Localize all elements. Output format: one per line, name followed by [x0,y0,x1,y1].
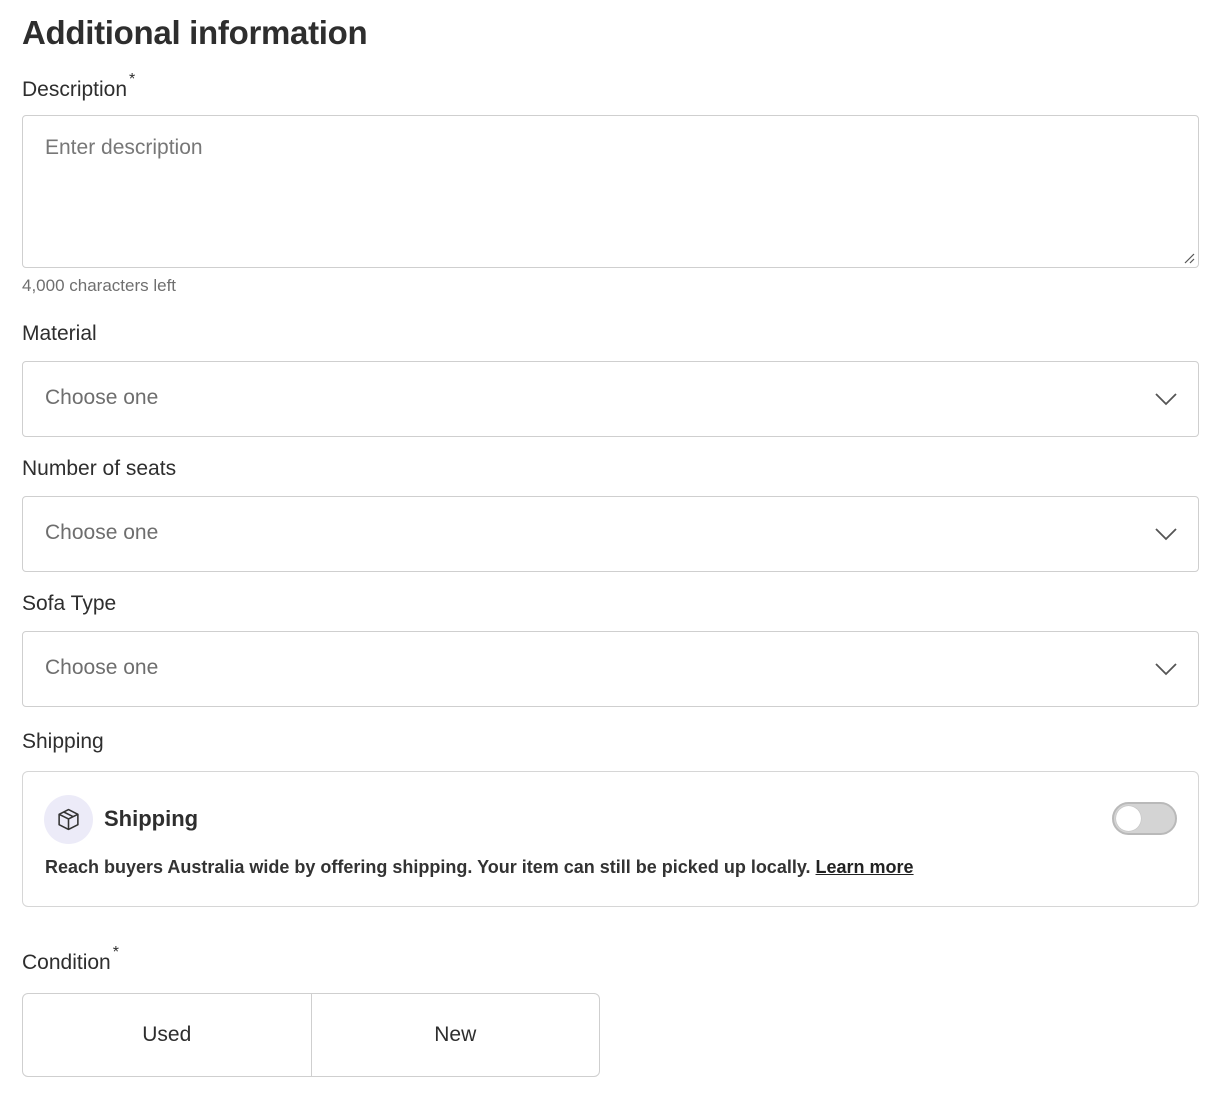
seats-select[interactable]: Choose one [22,496,1199,572]
description-label-text: Description [22,78,128,101]
package-icon [44,795,93,844]
material-label: Material [22,322,97,345]
description-field-wrapper [22,115,1199,268]
sofa-type-label: Sofa Type [22,592,117,615]
required-marker: * [129,71,136,88]
page-title: Additional information [22,14,368,51]
description-textarea[interactable] [23,116,1198,267]
condition-option-used[interactable]: Used [23,994,311,1076]
description-char-count: 4,000 characters left [22,276,177,295]
chevron-down-icon [1155,393,1177,406]
condition-option-new[interactable]: New [310,994,600,1076]
condition-label: Condition * [22,944,119,975]
sofa-type-select[interactable]: Choose one [22,631,1199,707]
condition-segmented-control: Used New [22,993,600,1077]
seats-label: Number of seats [22,457,177,480]
toggle-knob [1116,806,1141,831]
shipping-description-text: Reach buyers Australia wide by offering … [45,857,811,877]
shipping-card-title: Shipping [104,806,199,831]
chevron-down-icon [1155,663,1177,676]
resize-handle-icon[interactable] [1183,252,1195,264]
shipping-card: Shipping Reach buyers Australia wide by … [22,771,1199,907]
shipping-description: Reach buyers Australia wide by offering … [45,857,914,878]
shipping-section-label: Shipping [22,730,104,753]
material-select[interactable]: Choose one [22,361,1199,437]
description-label: Description * [22,71,135,102]
material-selected-value: Choose one [45,386,159,409]
condition-label-text: Condition [22,951,111,974]
chevron-down-icon [1155,528,1177,541]
seats-selected-value: Choose one [45,521,159,544]
shipping-toggle[interactable] [1112,802,1177,835]
required-marker: * [112,944,119,961]
learn-more-link[interactable]: Learn more [816,857,914,877]
sofa-type-selected-value: Choose one [45,656,159,679]
